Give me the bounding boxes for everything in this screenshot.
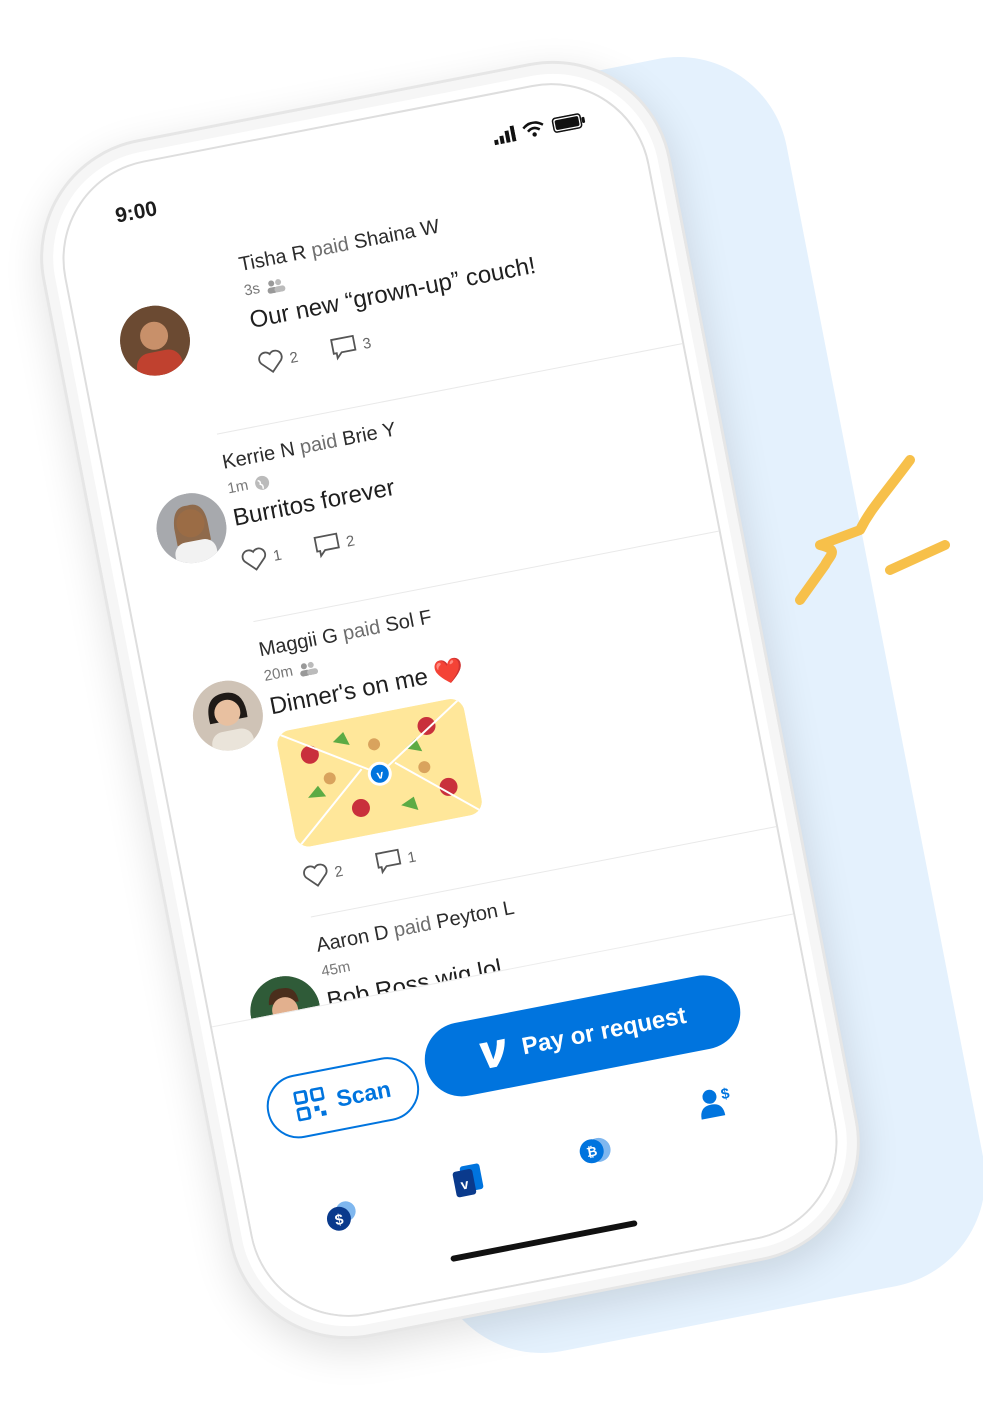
like-button[interactable]: 1 [240, 543, 284, 574]
avatar[interactable] [150, 487, 233, 570]
svg-text:$: $ [720, 1085, 732, 1103]
timestamp: 45m [319, 958, 352, 981]
people-dollar-icon: $ [701, 1085, 732, 1120]
tab-people[interactable]: $ [692, 1079, 739, 1126]
venmo-cards-icon: v [452, 1163, 484, 1198]
payee-name[interactable]: Brie Y [341, 419, 398, 451]
comment-count: 2 [344, 531, 357, 551]
payer-name[interactable]: Tisha R [237, 241, 308, 276]
timestamp: 20m [262, 662, 295, 685]
comment-button[interactable]: 3 [329, 331, 373, 362]
comment-icon [330, 334, 357, 361]
signal-icon [494, 125, 517, 146]
like-count: 1 [271, 546, 284, 565]
gift-envelope[interactable]: v [275, 696, 485, 849]
decorative-scribble [795, 455, 950, 605]
avatar[interactable] [186, 674, 269, 757]
pay-or-request-label: Pay or request [519, 1002, 689, 1061]
like-button[interactable]: 2 [256, 345, 300, 376]
verb: paid [309, 233, 351, 262]
envelope-pattern: v [275, 696, 485, 849]
scan-label: Scan [333, 1075, 393, 1112]
heart-icon [303, 863, 328, 887]
home-feed-icon: $ [326, 1201, 356, 1231]
qr-code-icon [292, 1086, 327, 1122]
comment-count: 3 [361, 334, 373, 353]
payee-name[interactable]: Sol F [384, 606, 434, 637]
friends-icon [267, 278, 286, 294]
verb: paid [297, 429, 340, 459]
avatar[interactable] [113, 299, 197, 382]
tab-cards[interactable]: v [444, 1156, 491, 1203]
comment-icon [375, 848, 402, 875]
scan-button[interactable]: Scan [261, 1051, 425, 1144]
wifi-icon [522, 121, 544, 137]
battery-icon [551, 113, 586, 133]
timestamp: 1m [226, 476, 250, 498]
tab-crypto[interactable]: ₿ [571, 1127, 618, 1174]
pay-or-request-button[interactable]: Pay or request [418, 969, 747, 1103]
like-button[interactable]: 2 [301, 859, 345, 890]
tab-home[interactable]: $ [319, 1193, 366, 1240]
like-count: 2 [288, 348, 300, 367]
comment-count: 1 [406, 848, 418, 867]
verb: paid [340, 616, 383, 645]
heart-icon [241, 547, 267, 571]
timestamp: 3s [242, 279, 262, 300]
home-indicator[interactable] [450, 1219, 638, 1263]
comment-icon [313, 532, 341, 559]
comment-button[interactable]: 2 [313, 529, 357, 560]
heart-emoji: ❤️ [431, 656, 467, 689]
crypto-icon: ₿ [579, 1137, 611, 1164]
venmo-v-icon [478, 1038, 505, 1069]
friends-icon [300, 661, 319, 676]
heart-icon [258, 349, 283, 373]
status-time: 9:00 [113, 197, 160, 228]
status-icons [492, 112, 587, 146]
comment-button[interactable]: 1 [374, 845, 418, 876]
globe-icon [254, 475, 269, 490]
like-count: 2 [333, 862, 345, 881]
verb: paid [391, 912, 434, 942]
